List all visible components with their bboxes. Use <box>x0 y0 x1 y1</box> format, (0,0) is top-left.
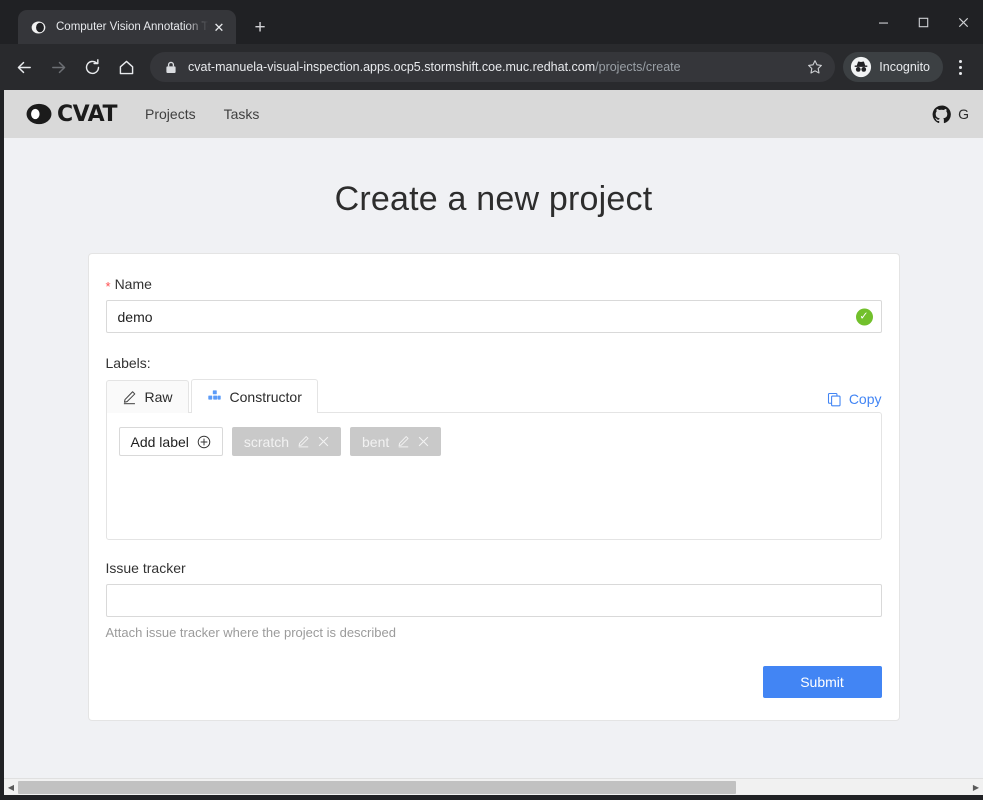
label-tag-name: scratch <box>243 433 290 450</box>
incognito-label: Incognito <box>879 60 930 74</box>
required-marker: * <box>105 278 111 294</box>
browser-window: Computer Vision Annotation To ✕ + cvat-m… <box>0 0 983 800</box>
tab-strip: Computer Vision Annotation To ✕ + <box>0 0 983 44</box>
tab-close-icon[interactable]: ✕ <box>210 18 228 36</box>
cvat-favicon <box>30 19 46 35</box>
create-project-form: * Name ✓ Labels: <box>87 253 900 721</box>
close-x-icon[interactable] <box>318 436 329 447</box>
back-button[interactable] <box>8 51 40 83</box>
edit-pencil-icon[interactable] <box>397 435 410 448</box>
edit-pencil-icon[interactable] <box>297 435 310 448</box>
name-label-text: Name <box>114 276 152 292</box>
forward-button[interactable] <box>42 51 74 83</box>
scroll-right-arrow[interactable]: ▶ <box>969 779 983 796</box>
window-bottom-edge <box>0 795 983 800</box>
plus-circle-icon <box>197 435 211 449</box>
add-label-text: Add label <box>130 433 189 450</box>
page-title: Create a new project <box>334 180 653 218</box>
project-name-input[interactable] <box>105 300 882 333</box>
label-tag-scratch[interactable]: scratch <box>231 427 342 456</box>
three-dots-menu-icon[interactable] <box>945 51 975 83</box>
tab-raw-label: Raw <box>144 389 173 405</box>
label-tag-name: bent <box>362 433 390 450</box>
nav-item-projects[interactable]: Projects <box>145 106 196 122</box>
form-actions: Submit <box>106 666 882 698</box>
url-domain: cvat-manuela-visual-inspection.apps.ocp5… <box>188 60 596 74</box>
window-controls <box>863 0 983 44</box>
cvat-wordmark: CVAT <box>57 101 118 127</box>
browser-toolbar: cvat-manuela-visual-inspection.apps.ocp5… <box>0 44 983 90</box>
label-tag-bent[interactable]: bent <box>350 427 442 456</box>
close-x-icon[interactable] <box>418 436 429 447</box>
issue-tracker-label: Issue tracker <box>105 560 186 576</box>
browser-tab-title: Computer Vision Annotation To <box>56 21 210 33</box>
close-window-button[interactable] <box>943 0 983 44</box>
scroll-left-arrow[interactable]: ◀ <box>4 779 18 796</box>
labels-tabs: Raw Constructor Copy <box>105 379 882 413</box>
nav-item-tasks[interactable]: Tasks <box>224 106 260 122</box>
name-field-label: * Name <box>105 276 882 294</box>
new-tab-button[interactable]: + <box>246 13 274 41</box>
browser-tab[interactable]: Computer Vision Annotation To ✕ <box>18 10 236 44</box>
name-input-wrap: ✓ <box>105 300 882 333</box>
tab-constructor-label: Constructor <box>229 388 302 405</box>
home-button[interactable] <box>110 51 142 83</box>
incognito-icon <box>850 56 872 78</box>
valid-check-icon: ✓ <box>855 308 873 325</box>
copy-labels-button[interactable]: Copy <box>827 391 882 413</box>
cvat-app-header: CVAT Projects Tasks G <box>4 90 983 138</box>
add-label-button[interactable]: Add label <box>118 427 223 456</box>
page-content: Create a new project * Name ✓ Labels: <box>4 138 983 795</box>
build-blocks-icon <box>207 389 222 404</box>
tab-raw[interactable]: Raw <box>105 380 189 413</box>
minimize-button[interactable] <box>863 0 903 44</box>
tab-constructor[interactable]: Constructor <box>190 379 318 413</box>
scrollbar-track[interactable] <box>18 779 969 796</box>
copy-icon <box>827 392 842 407</box>
labels-panel: Add label scratch bent <box>105 412 882 540</box>
address-bar[interactable]: cvat-manuela-visual-inspection.apps.ocp5… <box>150 52 836 82</box>
edit-pencil-icon <box>122 390 137 405</box>
reload-button[interactable] <box>76 51 108 83</box>
maximize-button[interactable] <box>903 0 943 44</box>
submit-button[interactable]: Submit <box>762 666 882 698</box>
page-viewport: CVAT Projects Tasks G Create a new proje… <box>0 90 983 795</box>
star-icon[interactable] <box>805 57 825 77</box>
address-bar-url: cvat-manuela-visual-inspection.apps.ocp5… <box>188 60 805 74</box>
cvat-mark-icon <box>26 103 52 125</box>
cvat-logo[interactable]: CVAT <box>26 101 118 127</box>
incognito-indicator[interactable]: Incognito <box>843 52 943 82</box>
scrollbar-thumb[interactable] <box>18 780 736 794</box>
horizontal-scrollbar[interactable]: ◀ ▶ <box>4 778 983 795</box>
cvat-header-right: G <box>932 105 969 124</box>
github-label: G <box>958 106 969 122</box>
lock-icon <box>163 59 179 75</box>
issue-tracker-input[interactable] <box>105 584 882 617</box>
url-path: /projects/create <box>595 60 681 74</box>
cvat-main-nav: Projects Tasks <box>145 106 259 122</box>
copy-label: Copy <box>848 391 882 407</box>
github-icon[interactable] <box>932 105 951 124</box>
issue-tracker-hint: Attach issue tracker where the project i… <box>105 625 396 640</box>
labels-heading: Labels: <box>105 355 151 371</box>
